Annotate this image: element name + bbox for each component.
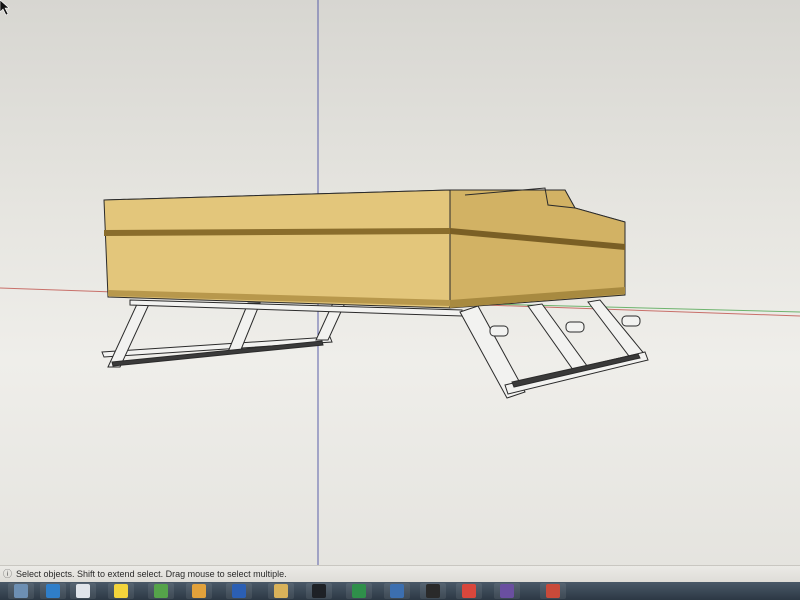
taskbar-button[interactable]	[70, 583, 96, 599]
excel-icon	[352, 584, 366, 598]
media-icon	[390, 584, 404, 598]
app-icon	[500, 584, 514, 598]
taskbar-button[interactable]	[456, 583, 482, 599]
mouse-cursor-icon	[0, 0, 10, 16]
explorer-icon	[274, 584, 288, 598]
taskbar-button[interactable]	[384, 583, 410, 599]
taskbar-button[interactable]	[420, 583, 446, 599]
wooden-box[interactable]	[103, 187, 626, 309]
media-player-icon	[46, 584, 60, 598]
taskbar-button[interactable]	[8, 583, 34, 599]
taskbar-button[interactable]	[148, 583, 174, 599]
green-app-icon	[154, 584, 168, 598]
chrome-icon	[462, 584, 476, 598]
taskbar-button[interactable]	[494, 583, 520, 599]
status-bar: ⓘ Select objects. Shift to extend select…	[0, 565, 800, 583]
taskbar-button[interactable]	[268, 583, 294, 599]
pycharm-icon	[426, 584, 440, 598]
folder-icon	[546, 584, 560, 598]
info-icon: ⓘ	[3, 569, 13, 579]
box-front	[103, 189, 451, 309]
terminal-icon	[312, 584, 326, 598]
sunflower-app-icon	[114, 584, 128, 598]
taskbar-button[interactable]	[108, 583, 134, 599]
word-icon	[232, 584, 246, 598]
left-leg-frame[interactable]	[101, 299, 463, 368]
taskbar-button[interactable]	[540, 583, 566, 599]
taskbar-button[interactable]	[346, 583, 372, 599]
taskbar-button[interactable]	[306, 583, 332, 599]
windows-taskbar	[0, 582, 800, 600]
modeling-viewport[interactable]	[0, 0, 800, 565]
start-orb-icon	[14, 584, 28, 598]
taskbar-button[interactable]	[186, 583, 212, 599]
taskbar-button[interactable]	[40, 583, 66, 599]
cloud-app-icon	[76, 584, 90, 598]
taskbar-button[interactable]	[226, 583, 252, 599]
outlook-icon	[192, 584, 206, 598]
model-canvas[interactable]	[0, 0, 800, 565]
right-leg-frame[interactable]	[459, 299, 649, 399]
status-text: Select objects. Shift to extend select. …	[16, 569, 287, 579]
